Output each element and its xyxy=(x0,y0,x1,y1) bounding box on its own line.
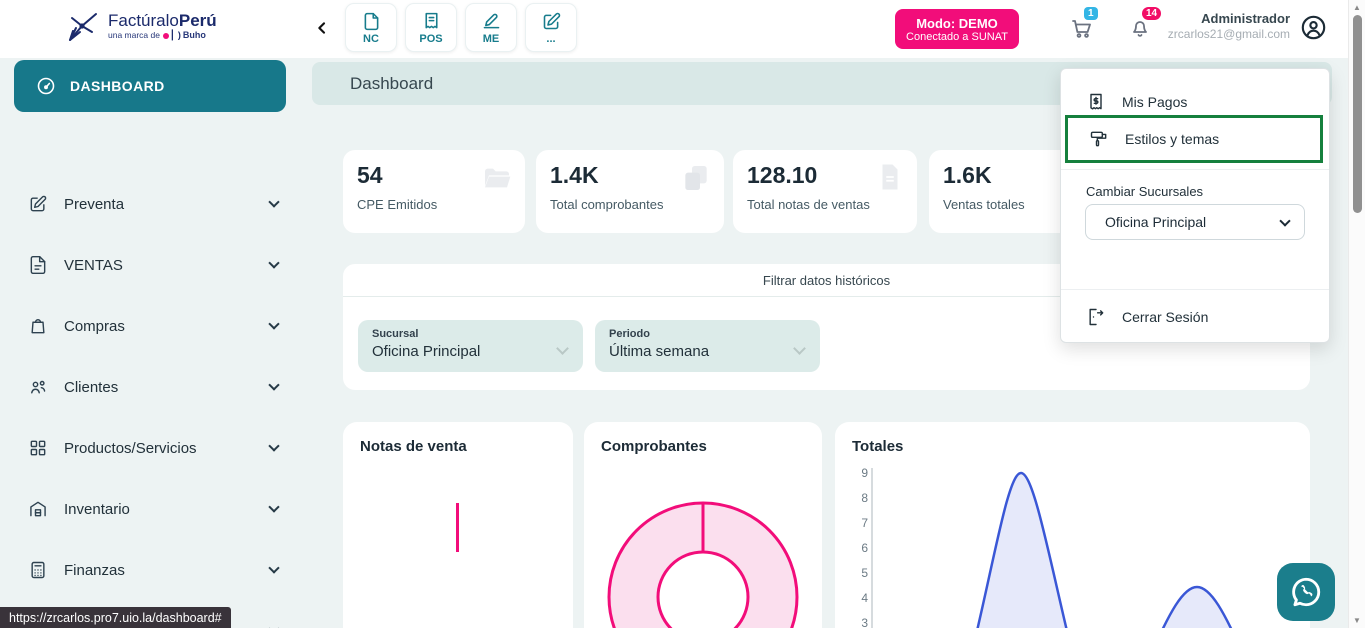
status-bar-url: https://zrcarlos.pro7.uio.la/dashboard# xyxy=(0,607,231,628)
whatsapp-button[interactable] xyxy=(1277,563,1335,621)
chevron-down-icon xyxy=(1279,215,1290,226)
warehouse-icon xyxy=(28,499,48,519)
menu-item-cerrar-sesion[interactable]: Cerrar Sesión xyxy=(1061,301,1329,333)
menu-item-mis-pagos[interactable]: Mis Pagos xyxy=(1061,86,1329,118)
chevron-down-icon xyxy=(268,623,279,628)
sidebar: DASHBOARD Preventa VENTAS Compras Client… xyxy=(0,58,312,628)
scrollbar-thumb[interactable] xyxy=(1353,15,1362,213)
edit-icon xyxy=(541,11,562,32)
quick-action-pos[interactable]: POS xyxy=(405,3,457,52)
quick-actions: NC POS ME ... xyxy=(345,3,577,52)
user-info: Administrador zrcarlos21@gmail.com xyxy=(1168,11,1290,42)
chevron-down-icon xyxy=(268,318,279,329)
sucursal-select[interactable]: Sucursal Oficina Principal xyxy=(358,320,583,372)
chart-card-notas-de-venta: Notas de venta xyxy=(343,422,573,628)
document-icon xyxy=(875,162,905,192)
chart-title: Notas de venta xyxy=(343,422,573,455)
quick-action-nc[interactable]: NC xyxy=(345,3,397,52)
quick-action-me[interactable]: ME xyxy=(465,3,517,52)
users-icon xyxy=(28,377,48,397)
grid-icon xyxy=(28,438,48,458)
vertical-scrollbar[interactable]: ▲ ▼ xyxy=(1348,0,1365,628)
logout-icon xyxy=(1086,307,1106,327)
signature-icon xyxy=(481,11,502,32)
menu-divider xyxy=(1061,169,1329,170)
chevron-down-icon xyxy=(268,562,279,573)
notas-spike-mark xyxy=(456,503,459,552)
menu-divider xyxy=(1061,289,1329,290)
copy-icon xyxy=(680,162,712,194)
chevron-down-icon xyxy=(268,196,279,207)
quick-action-more[interactable]: ... xyxy=(525,3,577,52)
stat-label: Total comprobantes xyxy=(550,197,710,212)
scroll-up-arrow[interactable]: ▲ xyxy=(1349,3,1365,12)
sidebar-item-compras[interactable]: Compras xyxy=(14,306,300,346)
notifications-badge: 14 xyxy=(1142,7,1161,20)
y-axis-ticks: 9876543 xyxy=(852,466,868,628)
chevron-down-icon xyxy=(268,440,279,451)
user-name: Administrador xyxy=(1168,11,1290,27)
notifications-button[interactable]: 14 xyxy=(1128,16,1152,45)
stat-label: CPE Emitidos xyxy=(357,197,511,212)
avatar-icon xyxy=(1300,14,1327,41)
menu-item-estilos-y-temas[interactable]: Estilos y temas xyxy=(1065,115,1323,163)
hummingbird-logo-icon xyxy=(62,6,102,46)
note-credit-icon xyxy=(361,11,382,32)
chart-card-totales: Totales 9876543 xyxy=(835,422,1310,628)
stat-label: Total notas de ventas xyxy=(747,197,903,212)
buho-mark-icon: ▏) xyxy=(172,31,180,40)
sidebar-collapse-button[interactable] xyxy=(312,18,332,40)
branch-select[interactable]: Oficina Principal xyxy=(1085,204,1305,240)
folder-icon xyxy=(481,162,513,194)
sidebar-item-ventas[interactable]: VENTAS xyxy=(14,245,300,285)
periodo-select[interactable]: Periodo Última semana xyxy=(595,320,820,372)
sidebar-item-preventa[interactable]: Preventa xyxy=(14,184,300,224)
donut-chart[interactable] xyxy=(584,422,822,628)
receipt-icon xyxy=(421,11,442,32)
area-chart[interactable] xyxy=(870,422,1310,628)
chevron-left-icon xyxy=(314,20,330,36)
chart-card-comprobantes: Comprobantes xyxy=(584,422,822,628)
stat-card-cpe: 54 CPE Emitidos xyxy=(343,150,525,233)
stat-card-notas: 128.10 Total notas de ventas xyxy=(733,150,917,233)
brand-logo[interactable]: FactúraloPerú una marca de ▏) Buho xyxy=(62,6,217,46)
file-text-icon xyxy=(28,255,48,275)
whatsapp-icon xyxy=(1288,574,1324,610)
shopping-bag-icon xyxy=(28,316,48,336)
chevron-down-icon xyxy=(268,501,279,512)
sidebar-item-productos[interactable]: Productos/Servicios xyxy=(14,428,300,468)
scroll-down-arrow[interactable]: ▼ xyxy=(1349,616,1365,625)
page-title: Dashboard xyxy=(350,74,433,94)
cart-badge: 1 xyxy=(1084,7,1098,20)
brand-title: FactúraloPerú xyxy=(108,12,217,29)
pencil-square-icon xyxy=(28,194,48,214)
speedometer-icon xyxy=(36,76,56,96)
user-email: zrcarlos21@gmail.com xyxy=(1168,27,1290,42)
paint-roller-icon xyxy=(1089,129,1109,149)
cart-button[interactable]: 1 xyxy=(1070,16,1094,45)
buho-dot-icon xyxy=(163,33,169,39)
brand-tagline: una marca de ▏) Buho xyxy=(108,31,217,40)
calculator-icon xyxy=(28,560,48,580)
sidebar-item-clientes[interactable]: Clientes xyxy=(14,367,300,407)
top-bar: FactúraloPerú una marca de ▏) Buho NC PO… xyxy=(0,0,1365,58)
sidebar-item-finanzas[interactable]: Finanzas xyxy=(14,550,300,590)
user-dropdown-menu: Mis Pagos Estilos y temas Cambiar Sucurs… xyxy=(1060,68,1330,343)
chevron-down-icon xyxy=(268,379,279,390)
demo-mode-badge[interactable]: Modo: DEMO Conectado a SUNAT xyxy=(895,9,1019,49)
sidebar-item-dashboard[interactable]: DASHBOARD xyxy=(14,60,286,112)
branch-section-label: Cambiar Sucursales xyxy=(1086,184,1203,199)
sidebar-item-inventario[interactable]: Inventario xyxy=(14,489,300,529)
chevron-down-icon xyxy=(268,257,279,268)
stat-card-comprobantes: 1.4K Total comprobantes xyxy=(536,150,724,233)
receipt-dollar-icon xyxy=(1086,92,1106,112)
user-avatar-button[interactable] xyxy=(1300,14,1327,46)
